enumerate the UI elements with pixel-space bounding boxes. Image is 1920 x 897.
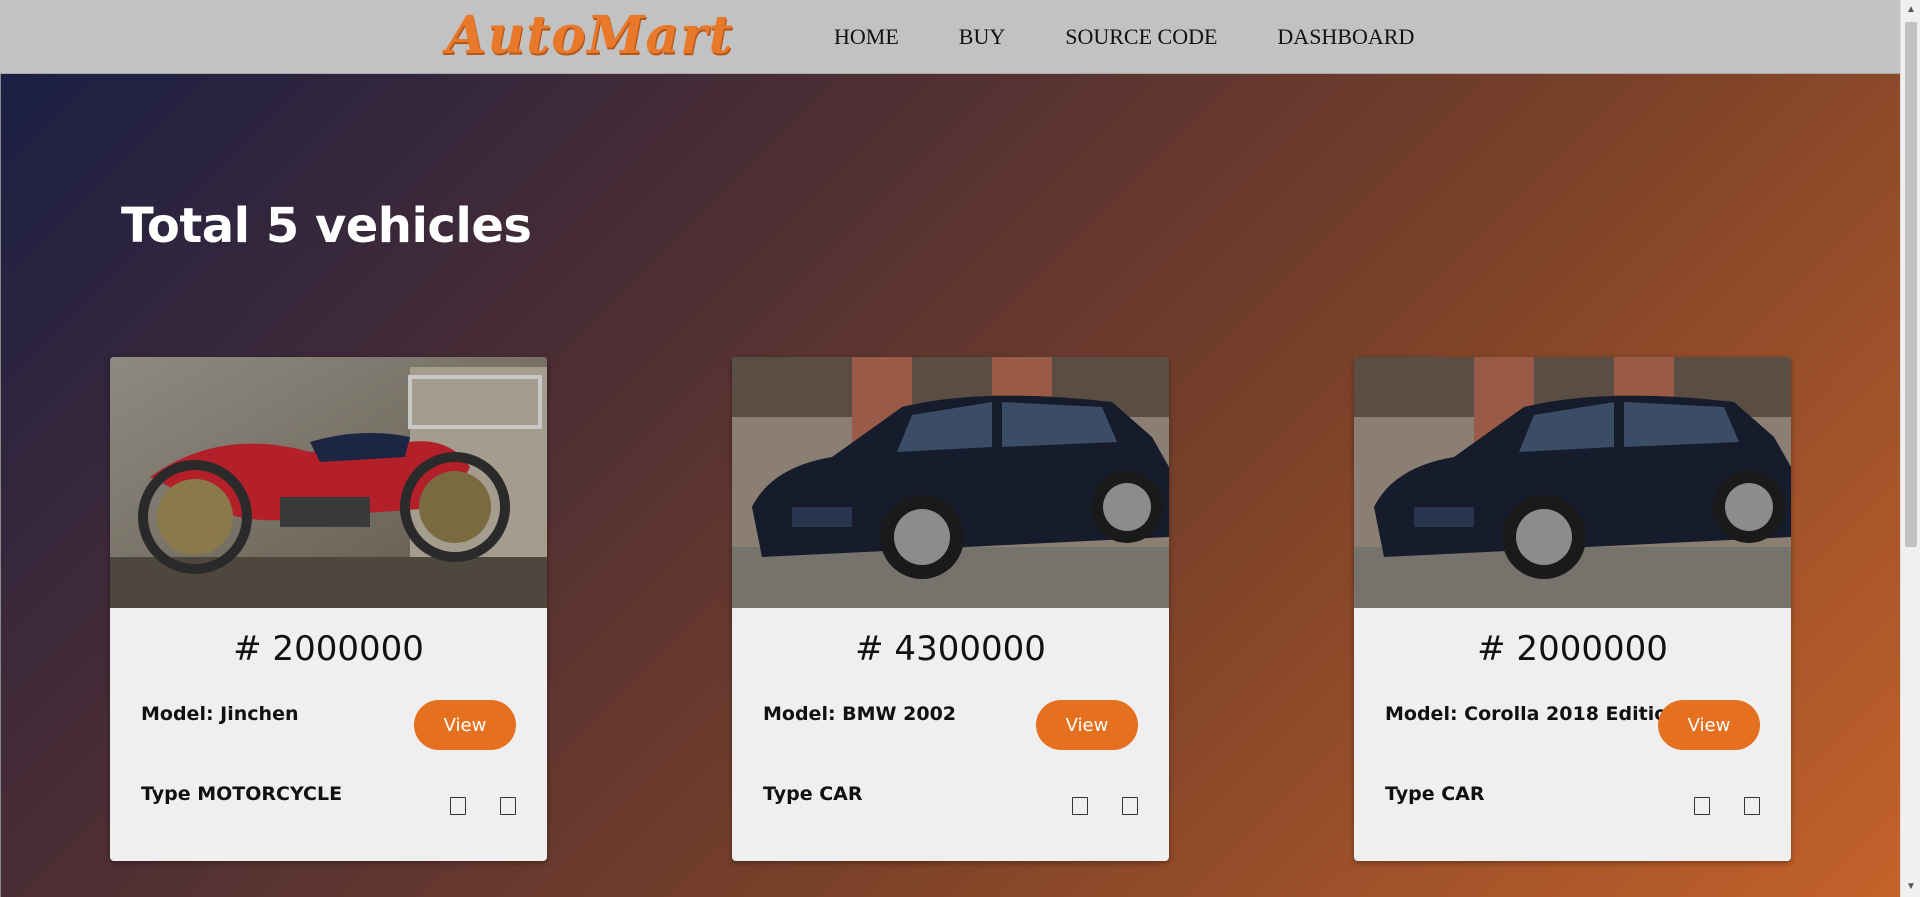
nav-link-buy[interactable]: BUY: [959, 22, 1005, 52]
vehicle-model: Model: Corolla 2018 Edition: [1385, 703, 1681, 725]
card-actions: [1694, 797, 1760, 815]
delete-icon[interactable]: [1744, 797, 1760, 815]
scrollbar[interactable]: ▲ ▼: [1900, 0, 1920, 897]
scroll-up-arrow-icon[interactable]: ▲: [1901, 0, 1920, 20]
vehicle-type: Type CAR: [1385, 783, 1485, 805]
vehicle-image-car: [732, 357, 1169, 608]
page-title: Total 5 vehicles: [121, 198, 532, 254]
vehicle-type: Type CAR: [763, 783, 863, 805]
vehicle-card: # 4300000 Model: BMW 2002 View Type CAR: [732, 357, 1169, 861]
edit-icon[interactable]: [450, 797, 466, 815]
nav-link-home[interactable]: HOME: [834, 22, 899, 52]
navbar: AutoMart HOME BUY SOURCE CODE DASHBOARD: [0, 0, 1900, 74]
vehicle-card: # 2000000 Model: Jinchen View Type MOTOR…: [110, 357, 547, 861]
vehicle-type: Type MOTORCYCLE: [141, 783, 343, 805]
delete-icon[interactable]: [1122, 797, 1138, 815]
nav-links: HOME BUY SOURCE CODE DASHBOARD: [834, 22, 1474, 52]
scroll-thumb[interactable]: [1905, 22, 1917, 547]
vehicle-price: # 2000000: [233, 629, 424, 669]
scroll-down-arrow-icon[interactable]: ▼: [1901, 877, 1920, 897]
view-button[interactable]: View: [1658, 700, 1760, 750]
main-content: Total 5 vehicles # 2000000 Model: Jinche…: [0, 74, 1900, 897]
nav-link-source-code[interactable]: SOURCE CODE: [1065, 22, 1217, 52]
vehicle-model: Model: BMW 2002: [763, 703, 957, 725]
card-actions: [450, 797, 516, 815]
delete-icon[interactable]: [500, 797, 516, 815]
vehicle-price: # 2000000: [1477, 629, 1668, 669]
card-actions: [1072, 797, 1138, 815]
view-button[interactable]: View: [414, 700, 516, 750]
nav-link-dashboard[interactable]: DASHBOARD: [1277, 22, 1414, 52]
view-button[interactable]: View: [1036, 700, 1138, 750]
vehicle-model: Model: Jinchen: [141, 703, 299, 725]
logo[interactable]: AutoMart: [446, 6, 734, 66]
vehicle-image-car: [1354, 357, 1791, 608]
vehicle-price: # 4300000: [855, 629, 1046, 669]
vehicle-image-motorcycle: [110, 357, 547, 608]
edit-icon[interactable]: [1072, 797, 1088, 815]
edit-icon[interactable]: [1694, 797, 1710, 815]
vehicle-card: # 2000000 Model: Corolla 2018 Edition Vi…: [1354, 357, 1791, 861]
